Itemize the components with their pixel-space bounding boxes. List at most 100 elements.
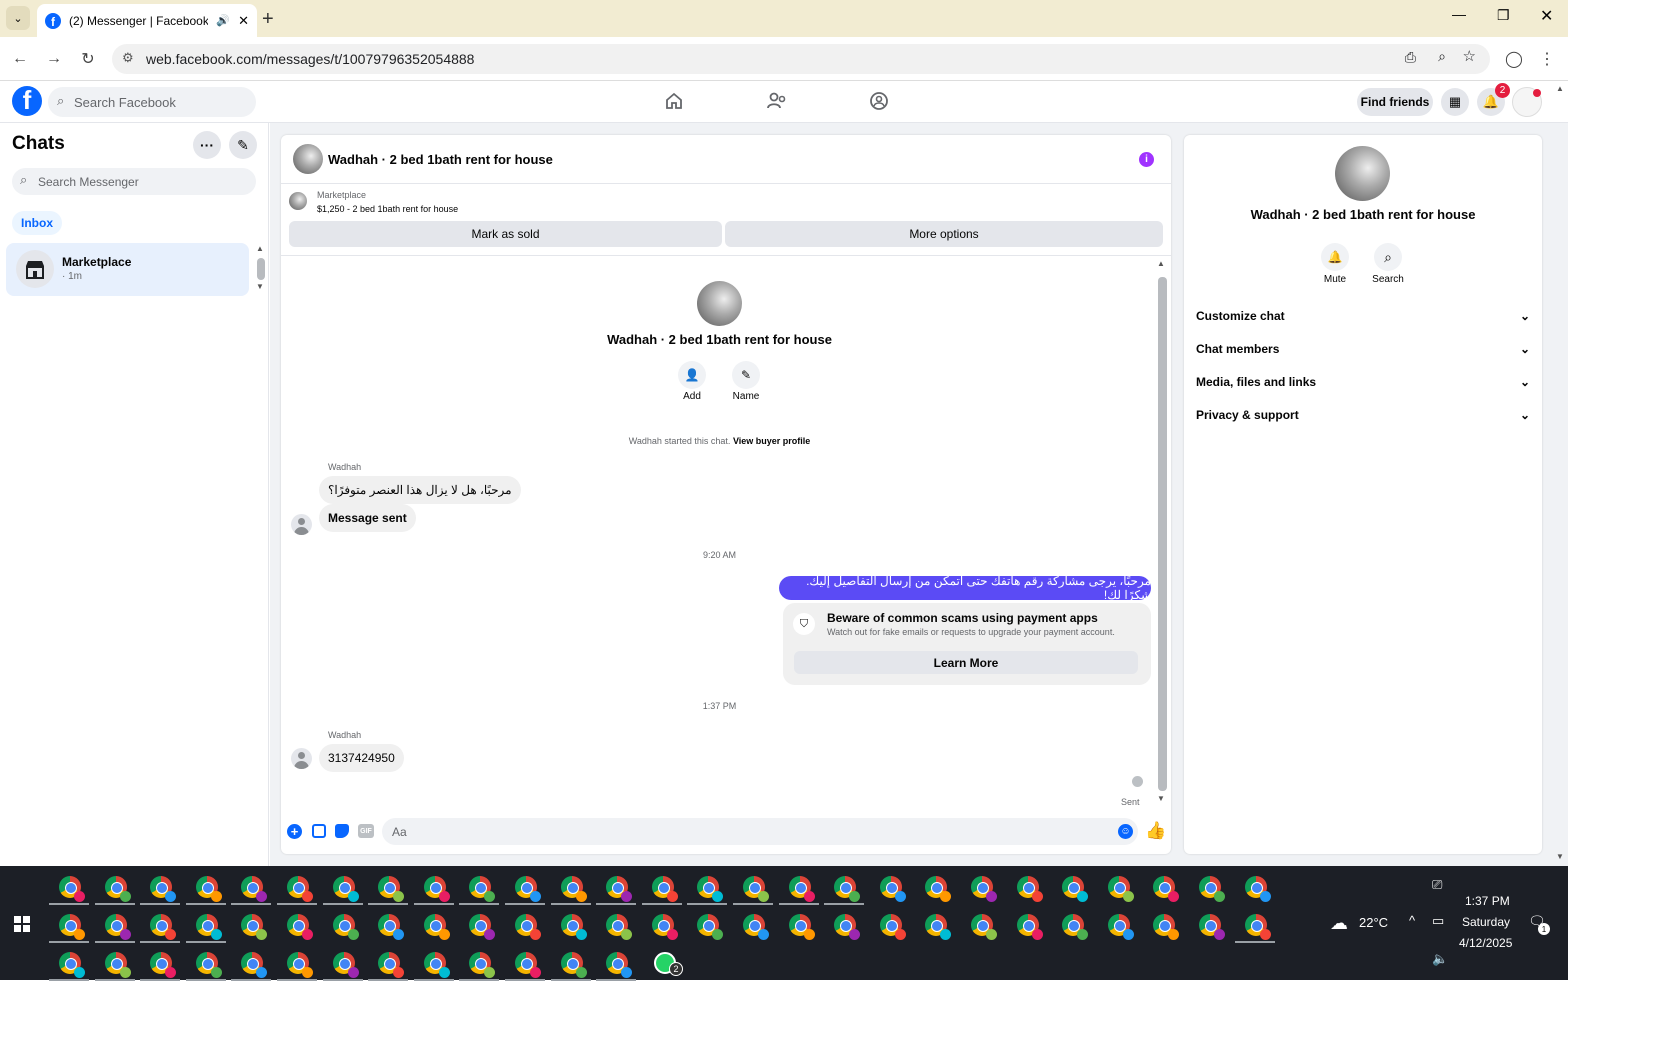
listing-title[interactable]: $1,250 - 2 bed 1bath rent for house [317,204,458,214]
chrome-profile-icon[interactable] [469,952,496,978]
incoming-message[interactable]: مرحبًا، هل لا يزال هذا العنصر متوفرًا؟ [319,476,521,504]
privacy-support-section[interactable]: Privacy & support ⌄ [1196,408,1530,422]
chrome-profile-icon[interactable] [1199,876,1225,902]
conversation-avatar[interactable] [293,144,323,174]
chrome-profile-icon[interactable] [515,952,541,978]
chrome-profile-icon[interactable] [241,876,268,902]
facebook-logo-icon[interactable]: f [12,86,42,116]
new-message-icon[interactable]: ✎ [229,131,257,159]
profile-avatar[interactable] [697,281,742,326]
chrome-profile-icon[interactable] [1199,914,1225,940]
chrome-profile-icon[interactable] [195,914,222,940]
weather-icon[interactable]: ☁ [1330,913,1348,934]
incoming-message[interactable]: 3137424950 [319,744,404,772]
chrome-profile-icon[interactable] [971,876,997,902]
chrome-profile-icon[interactable] [287,914,313,940]
restore-icon[interactable]: ❐ [1497,7,1510,24]
chrome-profile-icon[interactable] [195,876,222,902]
listing-thumbnail[interactable] [289,192,307,210]
add-person-icon[interactable]: 👤 [678,361,706,389]
chat-options-icon[interactable]: ··· [193,131,221,159]
media-files-links-section[interactable]: Media, files and links ⌄ [1196,375,1530,389]
reload-icon[interactable]: ↻ [76,47,100,71]
clock-day[interactable]: Saturday [1462,915,1510,929]
chrome-profile-icon[interactable] [925,876,952,902]
menu-grid-icon[interactable]: ▦ [1441,88,1469,116]
chrome-profile-icon[interactable] [788,876,815,902]
windows-start-icon[interactable] [14,916,30,932]
new-tab-icon[interactable]: + [262,8,274,31]
chrome-profile-icon[interactable] [195,952,222,978]
page-scroll-up-icon[interactable]: ▲ [1556,84,1564,93]
minimize-icon[interactable]: — [1452,6,1466,22]
chrome-profile-icon[interactable] [834,876,861,902]
chrome-profile-icon[interactable] [560,876,587,902]
chrome-profile-icon[interactable] [150,914,177,940]
chrome-profile-icon[interactable] [378,876,405,902]
outgoing-message[interactable]: مرحبًا، يرجى مشاركة رقم هاتفك حتى أتمكن … [779,574,1151,602]
mark-as-sold-button[interactable]: Mark as sold [289,221,722,247]
scroll-up-icon[interactable]: ▲ [256,244,264,253]
profile-icon[interactable]: ◯ [1502,47,1526,71]
url-bar[interactable]: ⚙ web.facebook.com/messages/t/1007979635… [112,44,1490,74]
chrome-profile-icon[interactable] [287,876,313,902]
more-actions-icon[interactable]: + [287,824,302,839]
chrome-profile-icon[interactable] [59,952,85,978]
thumbs-up-icon[interactable]: 👍 [1145,821,1166,841]
chat-list-scrollbar[interactable] [257,258,265,280]
chrome-profile-icon[interactable] [743,876,769,902]
zoom-icon[interactable]: ⌕ [1438,48,1446,65]
details-avatar[interactable] [1335,146,1390,201]
install-icon[interactable]: ⎙ [1405,49,1416,66]
browser-tab[interactable]: f (2) Messenger | Facebook 🔊 ✕ [37,4,257,37]
conversation-scrollbar[interactable] [1158,277,1167,791]
chrome-profile-icon[interactable] [469,876,496,902]
chrome-profile-icon[interactable] [104,952,131,978]
chrome-profile-icon[interactable] [241,952,268,978]
chrome-profile-icon[interactable] [788,914,815,940]
home-icon[interactable] [664,91,684,114]
sticker-icon[interactable] [335,824,349,838]
chrome-profile-icon[interactable] [697,914,724,940]
tray-chevron-icon[interactable]: ^ [1409,913,1415,928]
message-input[interactable]: Aa ☺ [382,818,1138,845]
chrome-profile-icon[interactable] [287,952,313,978]
chrome-profile-icon[interactable] [925,914,952,940]
chrome-profile-icon[interactable] [1016,876,1043,902]
chrome-profile-icon[interactable] [332,876,359,902]
tab-list-chevron-icon[interactable]: ⌄ [6,6,30,30]
chrome-profile-icon[interactable] [651,876,678,902]
mute-bell-icon[interactable]: 🔔 [1321,243,1349,271]
chrome-profile-icon[interactable] [1062,914,1089,940]
back-icon[interactable]: ← [8,47,32,71]
groups-icon[interactable] [869,91,889,114]
chrome-profile-icon[interactable] [1153,876,1180,902]
meet-now-icon[interactable]: ⎚ [1432,877,1442,893]
chrome-profile-icon[interactable] [1016,914,1043,940]
edit-name-icon[interactable]: ✎ [732,361,760,389]
chrome-profile-icon[interactable] [104,876,131,902]
find-friends-button[interactable]: Find friends [1357,88,1433,116]
chrome-profile-icon[interactable] [332,952,359,978]
page-scroll-down-icon[interactable]: ▼ [1556,852,1564,861]
inbox-tab[interactable]: Inbox [12,211,62,235]
scroll-down-icon[interactable]: ▼ [256,282,264,291]
scroll-up-icon[interactable]: ▲ [1157,259,1165,268]
chrome-profile-icon[interactable] [1244,876,1271,902]
chrome-profile-icon[interactable] [423,876,450,902]
chrome-profile-icon[interactable] [241,914,268,940]
tab-close-icon[interactable]: ✕ [238,13,249,29]
sender-avatar[interactable] [291,514,312,535]
chrome-profile-icon[interactable] [423,914,450,940]
chrome-profile-icon[interactable] [59,876,85,902]
chrome-profile-icon[interactable] [606,914,633,940]
chrome-profile-icon[interactable] [1107,876,1134,902]
gif-icon[interactable]: GIF [358,824,374,838]
chrome-profile-icon[interactable] [834,914,861,940]
chrome-profile-icon[interactable] [515,914,541,940]
chrome-profile-icon[interactable] [332,914,359,940]
chrome-profile-icon[interactable] [606,952,633,978]
chrome-profile-icon[interactable] [378,952,405,978]
chrome-profile-icon[interactable] [560,952,587,978]
chrome-profile-icon[interactable] [606,876,633,902]
